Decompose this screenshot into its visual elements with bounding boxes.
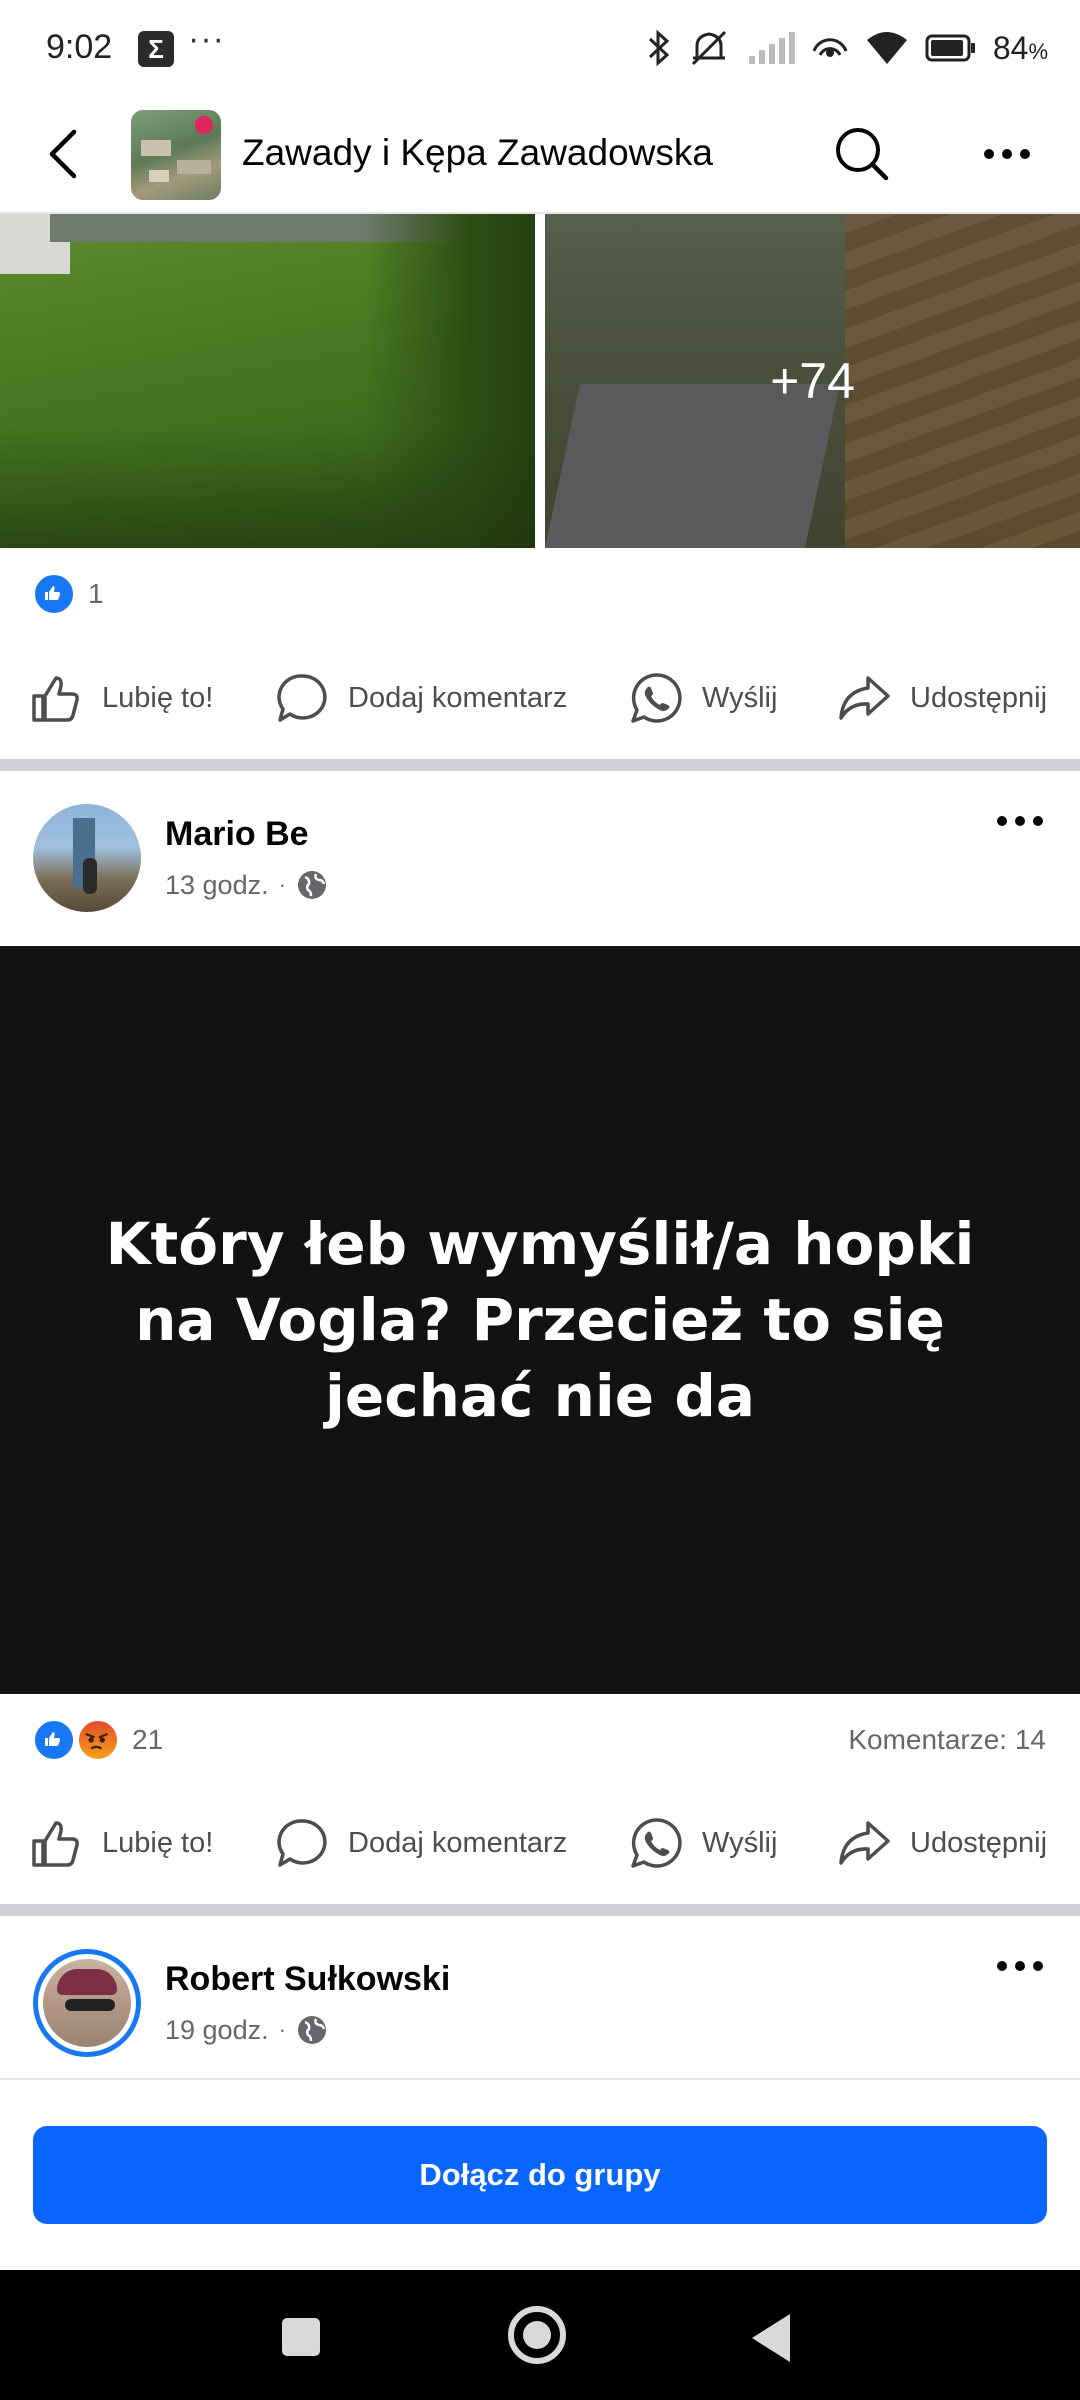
like-icon	[32, 676, 79, 722]
like-button[interactable]: Lubię to!	[28, 1798, 213, 1888]
post-more-icon[interactable]	[988, 1946, 1052, 1986]
comment-count[interactable]: Komentarze: 14	[848, 1724, 1046, 1756]
author-avatar[interactable]	[33, 804, 141, 912]
group-header: Zawady i Kępa Zawadowska	[0, 96, 1080, 214]
join-bar: Dołącz do grupy	[0, 2078, 1080, 2270]
post-meta: 13 godz. ·	[165, 869, 328, 901]
back-icon[interactable]	[36, 124, 96, 184]
wifi-icon	[866, 32, 907, 64]
whatsapp-icon	[631, 673, 682, 723]
author-avatar[interactable]	[33, 1949, 141, 2057]
battery-level: 84%	[992, 29, 1048, 66]
photo-grid: +74	[0, 214, 1080, 548]
send-button[interactable]: Wyślij	[628, 653, 777, 743]
reaction-count: 21	[132, 1724, 164, 1755]
system-nav-bar	[0, 2270, 1080, 2400]
reaction-count: 1	[88, 578, 104, 609]
post-text-card[interactable]: Który łeb wymyślił/a hopki na Vogla? Prz…	[0, 946, 1080, 1694]
meta-separator: ·	[278, 2017, 286, 2042]
post3-header: Robert Sułkowski 19 godz. ·	[0, 1916, 1080, 2091]
comment-button[interactable]: Dodaj komentarz	[274, 1798, 567, 1888]
post1-actions: Lubię to! Dodaj komentarz Wyślij Udostęp…	[0, 653, 1080, 743]
angry-reaction-icon	[76, 1718, 120, 1762]
recents-icon[interactable]	[282, 2318, 320, 2356]
status-time: 9:02	[46, 28, 113, 66]
like-reaction-icon	[32, 1718, 76, 1762]
post-time[interactable]: 13 godz.	[165, 870, 269, 901]
comment-button[interactable]: Dodaj komentarz	[274, 653, 567, 743]
post1-reactions[interactable]: 1	[0, 552, 1080, 632]
share-button[interactable]: Udostępnij	[836, 1798, 1047, 1888]
comment-icon	[277, 1819, 327, 1867]
photo-lawn[interactable]	[0, 214, 535, 548]
post2-reactions[interactable]: 21 Komentarze: 14	[0, 1698, 1080, 1778]
share-icon	[839, 1821, 890, 1865]
share-button[interactable]: Udostępnij	[836, 653, 1047, 743]
sigma-app-icon: Σ	[138, 31, 174, 67]
nav-back-icon[interactable]	[752, 2314, 790, 2362]
more-photos-count: +74	[770, 353, 855, 409]
more-notifications-icon: ···	[188, 20, 225, 58]
send-button[interactable]: Wyślij	[628, 1798, 777, 1888]
group-cover-image[interactable]	[131, 110, 221, 200]
join-group-button[interactable]: Dołącz do grupy	[33, 2126, 1047, 2224]
globe-icon	[297, 2016, 326, 2044]
status-icons: 84%	[647, 26, 1048, 70]
post2-header: Mario Be 13 godz. ·	[0, 771, 1080, 946]
globe-icon	[297, 871, 326, 899]
bluetooth-icon	[648, 29, 670, 67]
post-separator	[0, 1904, 1080, 1916]
comment-icon	[277, 674, 327, 722]
like-reaction-icon	[32, 572, 76, 616]
author-name[interactable]: Mario Be	[165, 815, 309, 854]
share-icon	[839, 676, 890, 720]
whatsapp-icon	[631, 1818, 682, 1868]
photo-garden[interactable]: +74	[545, 214, 1080, 548]
author-name[interactable]: Robert Sułkowski	[165, 1960, 450, 1999]
battery-icon	[925, 34, 975, 62]
signal-icon	[748, 32, 795, 64]
hotspot-icon	[812, 38, 848, 57]
status-bar: 9:02 Σ ··· 84%	[0, 0, 1080, 96]
post-time[interactable]: 19 godz.	[165, 2015, 269, 2046]
post-separator	[0, 759, 1080, 771]
post2-actions: Lubię to! Dodaj komentarz Wyślij Udostęp…	[0, 1798, 1080, 1888]
like-icon	[32, 1821, 79, 1867]
more-icon[interactable]	[975, 122, 1039, 186]
post-meta: 19 godz. ·	[165, 2014, 328, 2046]
search-icon[interactable]	[830, 122, 894, 186]
home-icon[interactable]	[508, 2306, 566, 2364]
mute-icon	[691, 30, 726, 66]
meta-separator: ·	[278, 872, 286, 897]
post-text: Który łeb wymyślił/a hopki na Vogla? Prz…	[105, 1210, 975, 1430]
group-title[interactable]: Zawady i Kępa Zawadowska	[242, 132, 713, 174]
like-button[interactable]: Lubię to!	[28, 653, 213, 743]
post-more-icon[interactable]	[988, 801, 1052, 841]
